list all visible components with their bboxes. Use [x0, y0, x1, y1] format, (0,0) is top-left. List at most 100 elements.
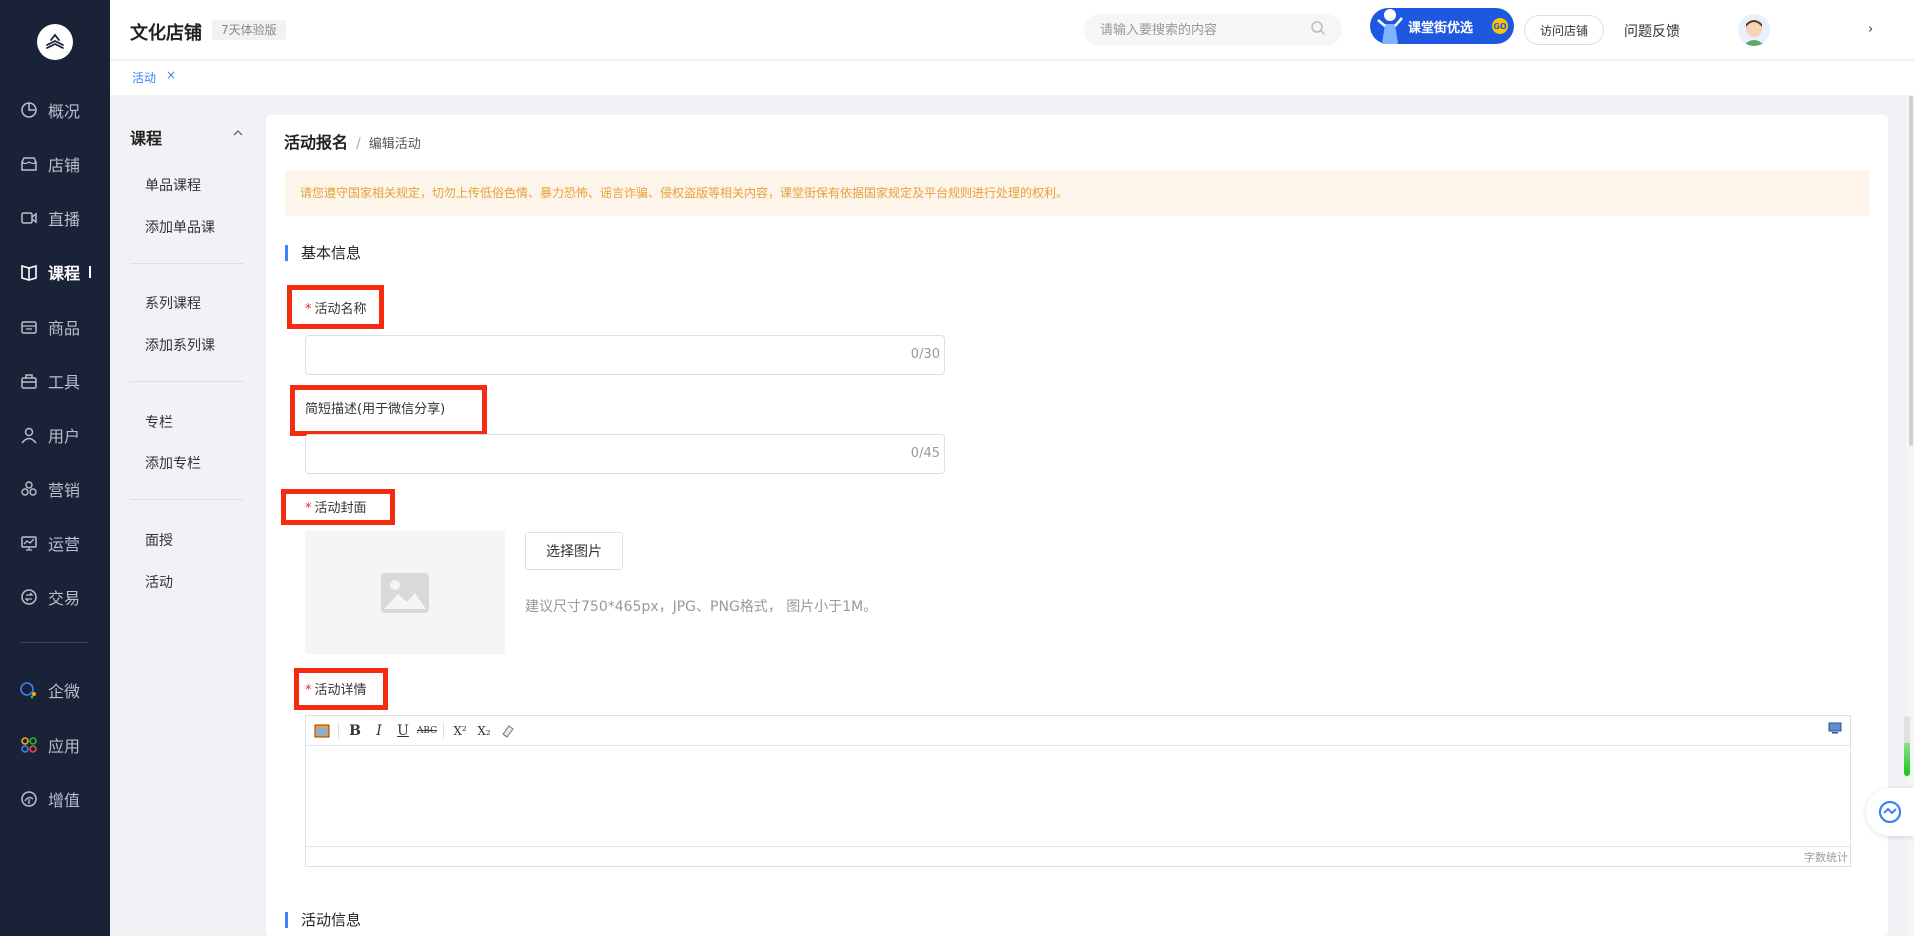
- progress-indicator: [1904, 716, 1910, 776]
- rich-text-editor[interactable]: B I U ABC X² X₂ 字数统计: [305, 715, 1851, 867]
- sidebar-item-label: 运营: [48, 535, 81, 554]
- value-added-icon: [18, 790, 40, 808]
- sub-nav: 课程 单品课程添加单品课系列课程添加系列课专栏添加专栏面授活动: [110, 95, 266, 936]
- sidebar-item-label: 企微: [48, 682, 81, 701]
- sidebar-item-trade[interactable]: 交易: [0, 579, 110, 615]
- insert-image-icon[interactable]: [310, 720, 334, 742]
- underline-button[interactable]: U: [391, 720, 415, 742]
- feedback-link[interactable]: 问题反馈: [1624, 21, 1680, 41]
- section-title-activity: 活动信息: [285, 912, 361, 928]
- sidebar-item-label: 工具: [48, 373, 81, 392]
- promo-label: 课堂街优选: [1408, 20, 1474, 36]
- trade-icon: [18, 588, 40, 606]
- sidebar-item-course[interactable]: 课程: [0, 254, 110, 290]
- sidebar-item-label: 用户: [48, 427, 81, 446]
- sidebar-item-label: 直播: [48, 210, 81, 229]
- bold-button[interactable]: B: [343, 720, 367, 742]
- activity-name-counter: 0/30: [910, 347, 940, 362]
- strikethrough-button[interactable]: ABC: [415, 720, 439, 742]
- subnav-item[interactable]: 面授: [145, 530, 173, 550]
- search-icon[interactable]: [1310, 20, 1326, 40]
- breadcrumb-parent[interactable]: 活动报名: [284, 133, 348, 152]
- activity-detail-label-text: 活动详情: [314, 683, 367, 698]
- sidebar-item-label: 课程: [48, 264, 81, 283]
- sidebar-item-user[interactable]: 用户: [0, 417, 110, 453]
- subnav-title: 课程: [130, 129, 163, 148]
- toolbar-divider: [338, 722, 339, 739]
- subnav-item[interactable]: 专栏: [145, 412, 173, 432]
- short-description-counter: 0/45: [910, 446, 940, 461]
- subnav-item[interactable]: 添加专栏: [145, 453, 201, 473]
- promo-go-badge: GO: [1492, 18, 1508, 34]
- cover-size-hint: 建议尺寸750*465px，JPG、PNG格式， 图片小于1M。: [525, 599, 878, 615]
- promo-banner[interactable]: 课堂街优选 GO: [1370, 8, 1514, 44]
- sidebar-item-label: 增值: [48, 791, 81, 810]
- chevron-up-icon[interactable]: [232, 127, 244, 143]
- select-image-button[interactable]: 选择图片: [525, 532, 623, 570]
- sidebar-item-goods[interactable]: 商品: [0, 309, 110, 345]
- trial-badge: 7天体验版: [212, 20, 286, 40]
- fullscreen-icon[interactable]: [1828, 722, 1842, 738]
- store-icon: [18, 155, 40, 173]
- toolbox-icon: [18, 372, 40, 390]
- sidebar-item-toolbox[interactable]: 工具: [0, 363, 110, 399]
- sidebar-item-apps[interactable]: 应用: [0, 727, 110, 763]
- wecom-icon: [18, 681, 40, 699]
- italic-button[interactable]: I: [367, 720, 391, 742]
- subnav-item[interactable]: 添加系列课: [145, 335, 215, 355]
- superscript-button[interactable]: X²: [448, 720, 472, 742]
- eraser-icon[interactable]: [496, 720, 520, 742]
- cover-image-placeholder[interactable]: [305, 531, 505, 654]
- required-mark: *: [305, 302, 312, 317]
- sidebar-item-operations[interactable]: 运营: [0, 525, 110, 561]
- subscript-button[interactable]: X₂: [472, 720, 496, 742]
- editor-footer: 字数统计: [306, 846, 1850, 866]
- subnav-item[interactable]: 活动: [145, 572, 173, 592]
- toolbar-divider: [443, 722, 444, 739]
- required-mark: *: [305, 683, 312, 698]
- sidebar-item-live[interactable]: 直播: [0, 200, 110, 236]
- sidebar-divider: [20, 642, 88, 643]
- live-icon: [18, 209, 40, 227]
- subnav-item[interactable]: 单品课程: [145, 175, 201, 195]
- sidebar-item-label: 概况: [48, 102, 81, 121]
- promo-figure-icon: [1377, 9, 1403, 44]
- sidebar-item-store[interactable]: 店铺: [0, 146, 110, 182]
- top-bar: 文化店铺 7天体验版 课堂街优选 GO 访问店铺 问题反馈 ›: [110, 0, 1914, 60]
- editor-toolbar: B I U ABC X² X₂: [306, 716, 1850, 746]
- tab-activity[interactable]: 活动: [132, 69, 156, 86]
- scrollbar-thumb[interactable]: [1909, 96, 1913, 446]
- sidebar-item-overview[interactable]: 概况: [0, 92, 110, 128]
- search-input[interactable]: [1084, 14, 1342, 46]
- activity-name-label: * 活动名称: [305, 298, 367, 317]
- editor-content-area[interactable]: [306, 747, 1850, 847]
- sidebar-item-wecom[interactable]: 企微: [0, 672, 110, 708]
- visit-store-button[interactable]: 访问店铺: [1524, 15, 1604, 45]
- image-placeholder-icon: [381, 572, 429, 613]
- sidebar-item-label: 店铺: [48, 156, 81, 175]
- subnav-divider: [130, 263, 244, 264]
- apps-icon: [18, 736, 40, 754]
- short-description-field[interactable]: 0/45: [305, 434, 945, 474]
- subnav-item[interactable]: 系列课程: [145, 293, 201, 313]
- sidebar-item-marketing[interactable]: 营销: [0, 471, 110, 507]
- activity-name-field[interactable]: 0/30: [305, 335, 945, 375]
- main-card: 活动报名 / 编辑活动 请您遵守国家相关规定，切勿上传低俗色情、暴力恐怖、谣言诈骗、…: [266, 115, 1888, 936]
- avatar[interactable]: [1738, 14, 1770, 46]
- sidebar-item-label: 商品: [48, 319, 81, 338]
- breadcrumb-separator: /: [356, 136, 361, 152]
- breadcrumb: 活动报名 / 编辑活动: [284, 129, 421, 153]
- floating-assistant-button[interactable]: [1866, 788, 1914, 836]
- chevron-right-icon[interactable]: ›: [1868, 22, 1873, 37]
- activity-detail-label: * 活动详情: [305, 679, 367, 698]
- brand-logo[interactable]: [37, 24, 73, 60]
- shop-name: 文化店铺: [130, 23, 202, 44]
- subnav-item[interactable]: 添加单品课: [145, 217, 215, 237]
- close-icon[interactable]: ×: [166, 68, 176, 82]
- user-icon: [18, 426, 40, 444]
- sidebar-item-label: 交易: [48, 589, 81, 608]
- subnav-divider: [130, 381, 244, 382]
- sidebar-item-value-added[interactable]: 增值: [0, 781, 110, 817]
- subnav-divider: [130, 499, 244, 500]
- section-title-basic: 基本信息: [285, 245, 361, 261]
